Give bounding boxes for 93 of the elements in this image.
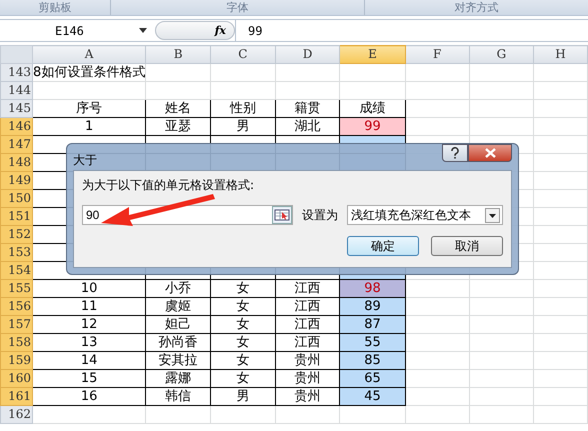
table-cell: 55 — [340, 334, 406, 352]
name-box[interactable]: E146 — [0, 24, 155, 38]
table-cell: 13 — [32, 334, 146, 352]
table-cell: 16 — [32, 388, 146, 406]
close-button[interactable] — [468, 144, 512, 162]
table-cell: 贵州 — [275, 388, 340, 406]
table-cell: 65 — [340, 370, 406, 388]
function-label[interactable]: fx — [214, 24, 226, 37]
table-cell: 贵州 — [275, 352, 340, 370]
column-header[interactable]: F — [405, 46, 470, 64]
table-cell: 女 — [210, 280, 276, 298]
row-header[interactable]: 150 — [0, 190, 32, 208]
table-cell: 妲己 — [146, 316, 210, 334]
table-cell: 籍贯 — [275, 100, 340, 118]
prompt-text: 为大于以下值的单元格设置格式: — [82, 177, 254, 194]
table-cell: 女 — [210, 352, 276, 370]
table-cell: 露娜 — [146, 370, 210, 388]
row-header[interactable]: 146 — [0, 118, 32, 136]
table-cell: 性别 — [210, 100, 276, 118]
row-header[interactable]: 147 — [0, 136, 32, 154]
table-cell: 虞姬 — [146, 298, 210, 316]
row-header[interactable]: 145 — [0, 100, 32, 118]
table-cell: 安其拉 — [146, 352, 210, 370]
table-cell: 14 — [32, 352, 146, 370]
table-cell: 87 — [340, 316, 406, 334]
dropdown-icon[interactable] — [485, 208, 500, 222]
row-header[interactable]: 156 — [0, 298, 32, 316]
dialog-button[interactable]: 取消 — [431, 236, 503, 256]
row-header[interactable]: 151 — [0, 208, 32, 226]
column-header[interactable]: G — [469, 46, 534, 64]
table-cell: 江西 — [275, 316, 340, 334]
row-header[interactable]: 158 — [0, 334, 32, 352]
table-cell: 小乔 — [146, 280, 210, 298]
column-header[interactable]: A — [32, 46, 146, 64]
table-cell: 女 — [210, 298, 276, 316]
table-cell: 湖北 — [275, 118, 340, 136]
table-cell: 孙尚香 — [146, 334, 210, 352]
table-cell: 女 — [210, 370, 276, 388]
help-button[interactable] — [442, 144, 468, 162]
column-header[interactable]: D — [275, 46, 340, 64]
table-cell: 姓名 — [146, 100, 210, 118]
table-cell: 99 — [340, 118, 406, 136]
formula-field[interactable]: 99 — [235, 20, 588, 41]
range-select-icon[interactable] — [272, 206, 292, 224]
table-cell: 江西 — [275, 334, 340, 352]
table-cell: 江西 — [275, 280, 340, 298]
row-header[interactable]: 160 — [0, 370, 32, 388]
dialog-title: 大于 — [73, 152, 97, 169]
table-cell: 12 — [32, 316, 146, 334]
row-header[interactable]: 155 — [0, 280, 32, 298]
table-cell: 89 — [340, 298, 406, 316]
table-cell: 韩信 — [146, 388, 210, 406]
table-cell: 成绩 — [340, 100, 406, 118]
row-header[interactable]: 148 — [0, 154, 32, 172]
ribbon-group-label: 字体 — [226, 0, 248, 15]
sheet-title: 8如何设置条件格式 — [32, 65, 146, 80]
table-cell: 98 — [340, 280, 406, 298]
row-header[interactable]: 143 — [0, 64, 32, 82]
row-header[interactable]: 157 — [0, 316, 32, 334]
row-header[interactable]: 152 — [0, 226, 32, 244]
table-cell: 15 — [32, 370, 146, 388]
format-label: 设置为 — [302, 206, 338, 224]
table-cell: 1 — [32, 118, 146, 136]
dropdown-icon[interactable] — [139, 28, 147, 33]
column-header[interactable]: B — [146, 46, 210, 64]
table-cell: 女 — [210, 316, 276, 334]
table-cell: 贵州 — [275, 370, 340, 388]
help-icon — [450, 147, 460, 159]
row-header[interactable]: 154 — [0, 262, 32, 280]
table-cell: 男 — [210, 388, 276, 406]
row-header[interactable]: 162 — [0, 406, 32, 424]
close-icon — [484, 148, 496, 158]
format-dropdown[interactable]: 浅红填充色深红色文本 — [347, 205, 503, 225]
row-header[interactable]: 153 — [0, 244, 32, 262]
column-header[interactable]: H — [534, 46, 588, 64]
ribbon-group-label: 剪贴板 — [38, 0, 72, 15]
table-cell: 亚瑟 — [146, 118, 210, 136]
column-header[interactable]: E — [340, 46, 406, 64]
table-cell: 女 — [210, 334, 276, 352]
table-cell: 男 — [210, 118, 276, 136]
column-header[interactable]: C — [210, 46, 276, 64]
dialog-button[interactable]: 确定 — [347, 236, 419, 256]
row-header[interactable]: 144 — [0, 82, 32, 100]
row-header[interactable]: 149 — [0, 172, 32, 190]
ribbon-group-label: 对齐方式 — [454, 0, 498, 15]
table-cell: 85 — [340, 352, 406, 370]
table-cell: 10 — [32, 280, 146, 298]
row-header[interactable]: 159 — [0, 352, 32, 370]
table-cell: 序号 — [32, 100, 146, 118]
row-header[interactable]: 161 — [0, 388, 32, 406]
table-cell: 45 — [340, 388, 406, 406]
table-cell: 11 — [32, 298, 146, 316]
table-cell: 江西 — [275, 298, 340, 316]
